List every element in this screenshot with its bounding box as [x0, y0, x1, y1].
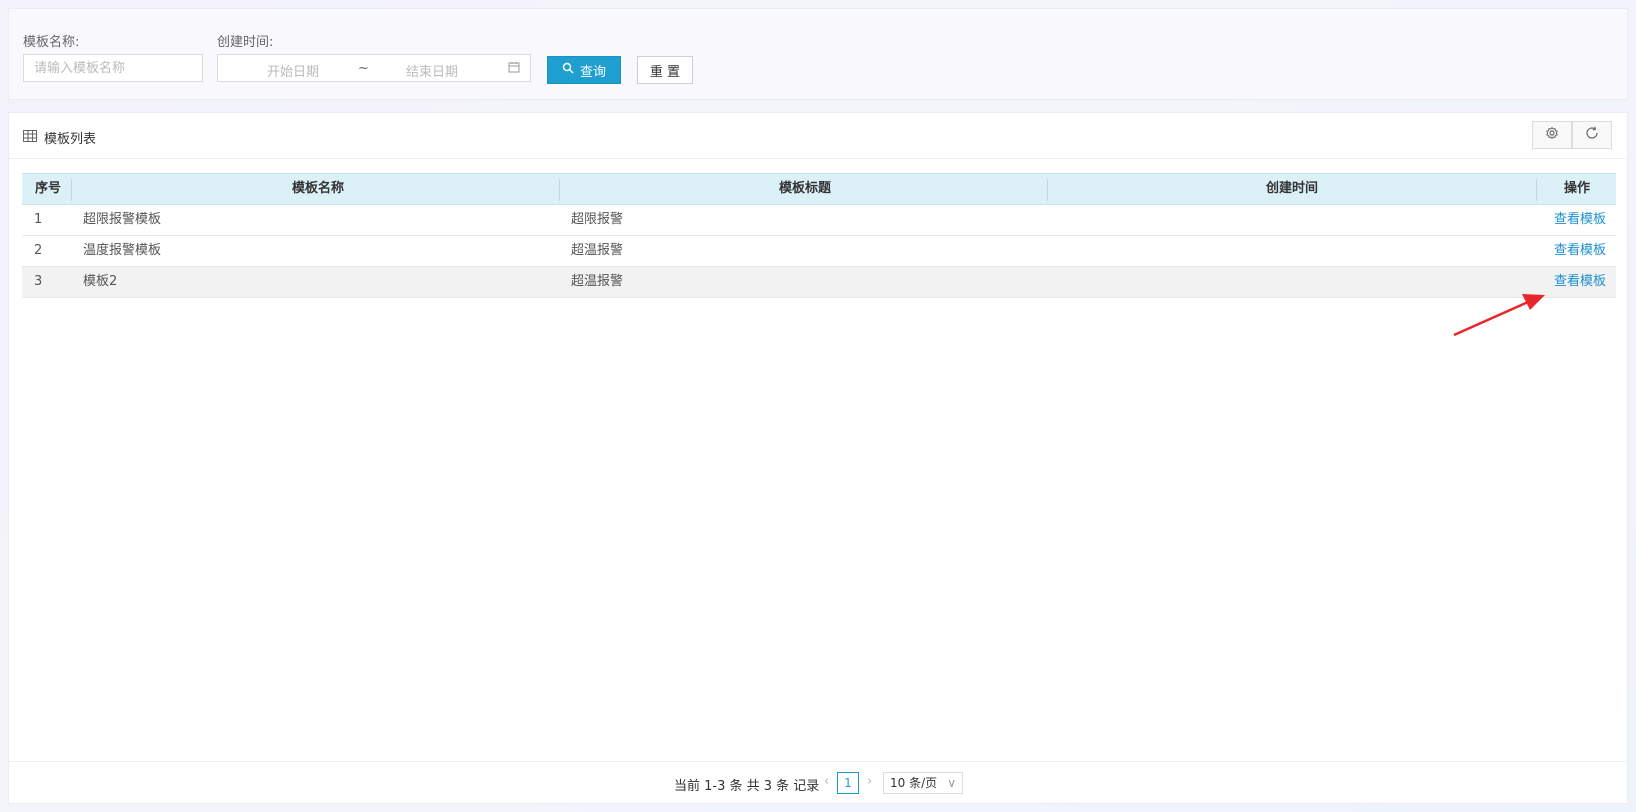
view-template-link[interactable]: 查看模板	[1554, 205, 1606, 235]
start-date-input[interactable]: 开始日期	[267, 61, 319, 80]
calendar-icon[interactable]	[508, 61, 520, 77]
view-template-link[interactable]: 查看模板	[1554, 236, 1606, 266]
query-button-label: 查询	[579, 64, 606, 80]
end-date-input[interactable]: 结束日期	[406, 61, 458, 80]
pagination: 当前 1-3 条 共 3 条 记录 ‹ 1 › 10 条/页 ∨	[9, 761, 1627, 805]
row-index: 2	[34, 243, 43, 258]
row-template-name: 超限报警模板	[83, 212, 162, 227]
page-size-select[interactable]: 10 条/页 ∨	[883, 772, 963, 794]
template-table: 序号 模板名称 模板标题 创建时间 操作 1 超限报警模板 超限报警 查看模板 …	[22, 173, 1616, 745]
reset-button[interactable]: 重 置	[637, 56, 693, 84]
template-list-panel: 模板列表 序号 模板名称 模板标题 创建时间 操作 1 超限报警模板 超限报警 …	[8, 112, 1628, 804]
header-template-name: 模板名称	[292, 181, 345, 196]
table-row: 1 超限报警模板 超限报警 查看模板	[22, 205, 1616, 236]
gear-icon	[1545, 126, 1559, 144]
header-create-time: 创建时间	[1266, 181, 1319, 196]
template-name-input[interactable]	[23, 54, 203, 82]
settings-button[interactable]	[1532, 121, 1572, 149]
prev-page-icon[interactable]: ‹	[824, 774, 829, 789]
refresh-button[interactable]	[1572, 121, 1612, 149]
view-template-link[interactable]: 查看模板	[1554, 267, 1606, 297]
header-template-title: 模板标题	[779, 181, 832, 196]
table-row: 2 温度报警模板 超温报警 查看模板	[22, 236, 1616, 267]
query-button[interactable]: 查询	[547, 56, 621, 84]
row-index: 3	[34, 274, 43, 289]
search-panel: 模板名称: 创建时间: 开始日期 ~ 结束日期 查询 重 置	[8, 8, 1628, 100]
search-icon	[562, 62, 574, 78]
header-index: 序号	[35, 181, 62, 196]
template-name-label: 模板名称:	[23, 35, 80, 50]
chevron-down-icon: ∨	[947, 776, 956, 790]
table-header: 序号 模板名称 模板标题 创建时间 操作	[22, 173, 1616, 205]
panel-title: 模板列表	[23, 128, 96, 147]
row-template-title: 超温报警	[571, 274, 624, 289]
page-number-button[interactable]: 1	[837, 772, 859, 794]
next-page-icon[interactable]: ›	[867, 774, 872, 789]
date-range-picker[interactable]: 开始日期 ~ 结束日期	[217, 54, 531, 82]
create-time-label: 创建时间:	[217, 35, 274, 50]
panel-title-text: 模板列表	[44, 132, 97, 147]
page-size-value: 10 条/页	[890, 776, 938, 790]
row-template-title: 超温报警	[571, 243, 624, 258]
row-template-name: 温度报警模板	[83, 243, 162, 258]
panel-header: 模板列表	[9, 113, 1627, 159]
row-template-title: 超限报警	[571, 212, 624, 227]
row-template-name: 模板2	[83, 274, 118, 289]
table-icon	[23, 129, 37, 146]
table-row: 3 模板2 超温报警 查看模板	[22, 267, 1616, 298]
row-index: 1	[34, 212, 43, 227]
range-separator: ~	[358, 61, 369, 76]
header-action: 操作	[1564, 181, 1591, 196]
pager-summary: 当前 1-3 条 共 3 条 记录	[674, 779, 820, 794]
refresh-icon	[1585, 126, 1599, 144]
